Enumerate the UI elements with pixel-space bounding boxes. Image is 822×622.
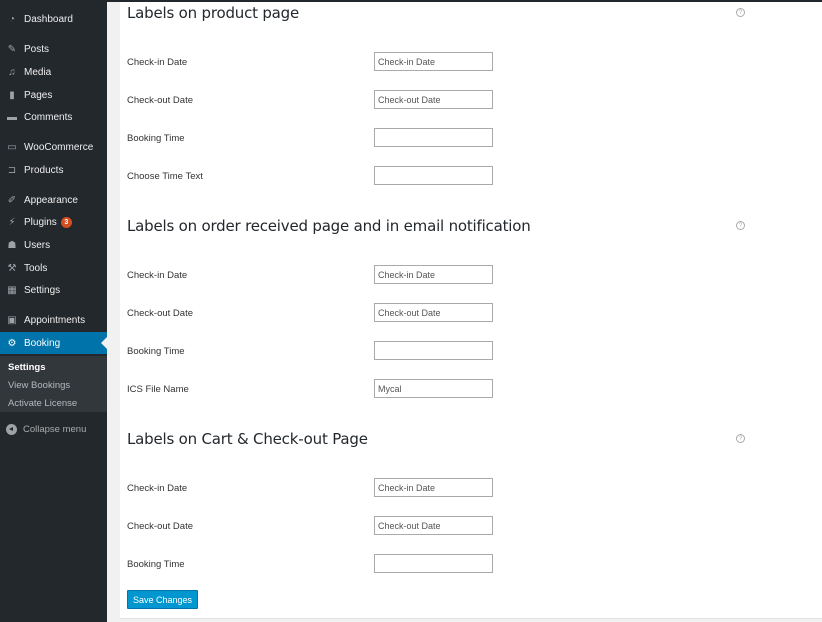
plugin-icon: ⚡ xyxy=(8,216,16,228)
user-icon: ☗ xyxy=(7,239,17,251)
sidebar-item-users[interactable]: ☗ Users xyxy=(0,234,107,256)
sidebar-item-label: Appearance xyxy=(24,194,78,206)
sidebar-item-label: Posts xyxy=(24,43,50,55)
sidebar-item-label: Dashboard xyxy=(24,13,73,25)
field-label: ICS File Name xyxy=(127,384,189,395)
sidebar-item-appointments[interactable]: ▣ Appointments xyxy=(0,309,107,331)
field-label: Check-out Date xyxy=(127,308,194,319)
booking-submenu: Settings View Bookings Activate License xyxy=(0,356,107,412)
section-title-order-received: Labels on order received page and in ema… xyxy=(127,217,531,235)
sidebar-item-comments[interactable]: ▬ Comments xyxy=(0,106,107,128)
product-choose-time-text-input[interactable] xyxy=(374,166,493,185)
field-label: Check-in Date xyxy=(127,57,188,68)
collapse-menu-button[interactable]: Collapse menu xyxy=(0,419,107,439)
sidebar-item-settings[interactable]: ▦ Settings xyxy=(0,279,107,301)
sidebar-item-label: Booking xyxy=(24,337,61,349)
collapse-menu-label: Collapse menu xyxy=(23,423,87,435)
sidebar-item-tools[interactable]: ⚒ Tools xyxy=(0,257,107,279)
order-booking-time-input[interactable] xyxy=(374,341,493,360)
sidebar-item-label: Comments xyxy=(24,111,73,123)
cart-booking-time-input[interactable] xyxy=(374,554,493,573)
sidebar-item-media[interactable]: ♫ Media xyxy=(0,61,107,83)
cart-checkout-date-input[interactable] xyxy=(374,516,493,535)
collapse-icon xyxy=(6,423,17,435)
order-checkin-date-input[interactable] xyxy=(374,265,493,284)
cart-icon: ⊐ xyxy=(7,164,17,176)
current-menu-arrow xyxy=(101,337,107,349)
settings-panel: Labels on product page ? Check-in Date C… xyxy=(120,2,822,619)
gear-icon: ⚙ xyxy=(7,337,17,349)
sidebar-item-label: Tools xyxy=(24,262,48,274)
field-label: Check-in Date xyxy=(127,270,188,281)
cart-checkin-date-input[interactable] xyxy=(374,478,493,497)
sidebar-item-label: Users xyxy=(24,239,51,251)
sidebar-item-label: Pages xyxy=(24,89,53,101)
field-label: Check-out Date xyxy=(127,95,194,106)
submenu-item-view-bookings[interactable]: View Bookings xyxy=(8,380,70,391)
update-count-badge: 3 xyxy=(60,216,72,228)
order-checkout-date-input[interactable] xyxy=(374,303,493,322)
sidebar-item-dashboard[interactable]: ◔ Dashboard xyxy=(0,8,107,30)
admin-sidebar: ◔ Dashboard ✎ Posts ♫ Media ▮ Pages ▬ Co… xyxy=(0,0,107,622)
sidebar-item-label: Media xyxy=(24,66,52,78)
settings-icon: ▦ xyxy=(7,284,17,296)
sidebar-item-label: Products xyxy=(24,164,64,176)
pages-icon: ▮ xyxy=(9,89,15,101)
section-title-cart-checkout: Labels on Cart & Check-out Page xyxy=(127,430,368,448)
product-checkin-date-input[interactable] xyxy=(374,52,493,71)
product-checkout-date-input[interactable] xyxy=(374,90,493,109)
dashboard-icon: ◔ xyxy=(8,13,16,25)
sidebar-item-appearance[interactable]: ✐ Appearance xyxy=(0,189,107,211)
field-label: Booking Time xyxy=(127,559,185,570)
product-booking-time-input[interactable] xyxy=(374,128,493,147)
sidebar-item-label: Plugins xyxy=(24,216,57,228)
sidebar-item-products[interactable]: ⊐ Products xyxy=(0,159,107,181)
section-title-product-page: Labels on product page xyxy=(127,4,300,22)
sidebar-item-plugins[interactable]: ⚡ Plugins 3 xyxy=(0,211,107,233)
sidebar-item-label: Settings xyxy=(24,284,61,296)
wrench-icon: ⚒ xyxy=(7,262,17,274)
field-label: Check-out Date xyxy=(127,521,194,532)
appointments-icon: ▣ xyxy=(7,314,17,326)
save-changes-button[interactable]: Save Changes xyxy=(127,590,198,609)
field-label: Booking Time xyxy=(127,133,185,144)
woocommerce-icon: ▭ xyxy=(7,141,17,153)
media-icon: ♫ xyxy=(8,66,16,78)
field-label: Choose Time Text xyxy=(127,171,203,182)
brush-icon: ✐ xyxy=(7,194,17,206)
help-icon[interactable]: ? xyxy=(736,434,745,443)
submenu-item-activate-license[interactable]: Activate License xyxy=(8,398,77,409)
ics-file-name-input[interactable] xyxy=(374,379,493,398)
submenu-item-settings[interactable]: Settings xyxy=(8,362,45,373)
sidebar-item-posts[interactable]: ✎ Posts xyxy=(0,38,107,60)
help-icon[interactable]: ? xyxy=(736,221,745,230)
sidebar-item-pages[interactable]: ▮ Pages xyxy=(0,84,107,106)
sidebar-item-label: Appointments xyxy=(24,314,86,326)
field-label: Booking Time xyxy=(127,346,185,357)
comment-icon: ▬ xyxy=(7,111,17,123)
sidebar-item-booking[interactable]: ⚙ Booking xyxy=(0,332,107,354)
field-label: Check-in Date xyxy=(127,483,188,494)
pin-icon: ✎ xyxy=(7,43,17,55)
sidebar-item-woocommerce[interactable]: ▭ WooCommerce xyxy=(0,136,107,158)
sidebar-item-label: WooCommerce xyxy=(24,141,94,153)
help-icon[interactable]: ? xyxy=(736,8,745,17)
